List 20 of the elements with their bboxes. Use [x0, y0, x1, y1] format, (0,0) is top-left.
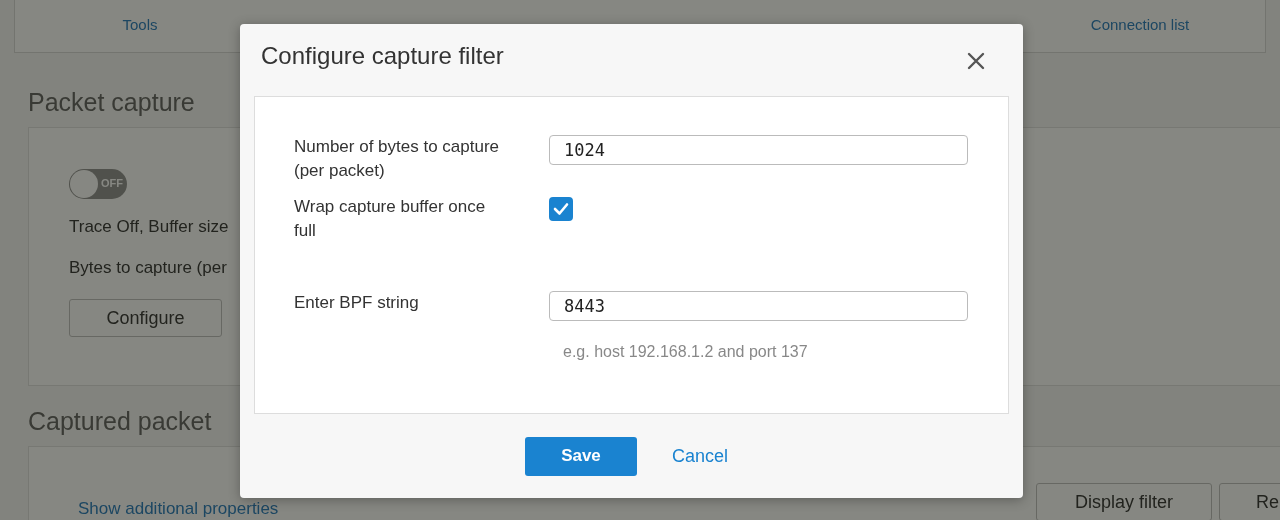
check-icon	[553, 202, 569, 216]
section-heading: Captured packet	[28, 408, 213, 434]
field-label: Wrap capture buffer once full	[294, 196, 487, 242]
close-icon[interactable]	[967, 52, 985, 70]
toolbar-button[interactable]: Display filter	[1036, 483, 1212, 520]
input-field[interactable]: 8443	[549, 291, 968, 321]
field-label: Enter BPF string	[294, 292, 420, 314]
section-heading: Packet capture	[28, 89, 196, 115]
properties-link[interactable]: Show additional properties	[78, 499, 279, 519]
field-label: Number of bytes to capture (per packet)	[294, 136, 501, 182]
configure-button[interactable]: Configure	[69, 299, 222, 337]
hint-text: e.g. host 192.168.1.2 and port 137	[563, 343, 809, 361]
status-text: Bytes to capture (per	[69, 258, 227, 279]
save-button[interactable]: Save	[525, 436, 637, 476]
cancel-link[interactable]: Cancel	[672, 445, 728, 467]
toolbar-button[interactable]: Re	[1219, 483, 1280, 520]
status-text: Trace Off, Buffer size	[69, 217, 229, 238]
dialog-title: Configure capture filter	[261, 42, 504, 70]
input-field[interactable]: 1024	[549, 135, 968, 165]
checkbox[interactable]	[549, 197, 573, 221]
